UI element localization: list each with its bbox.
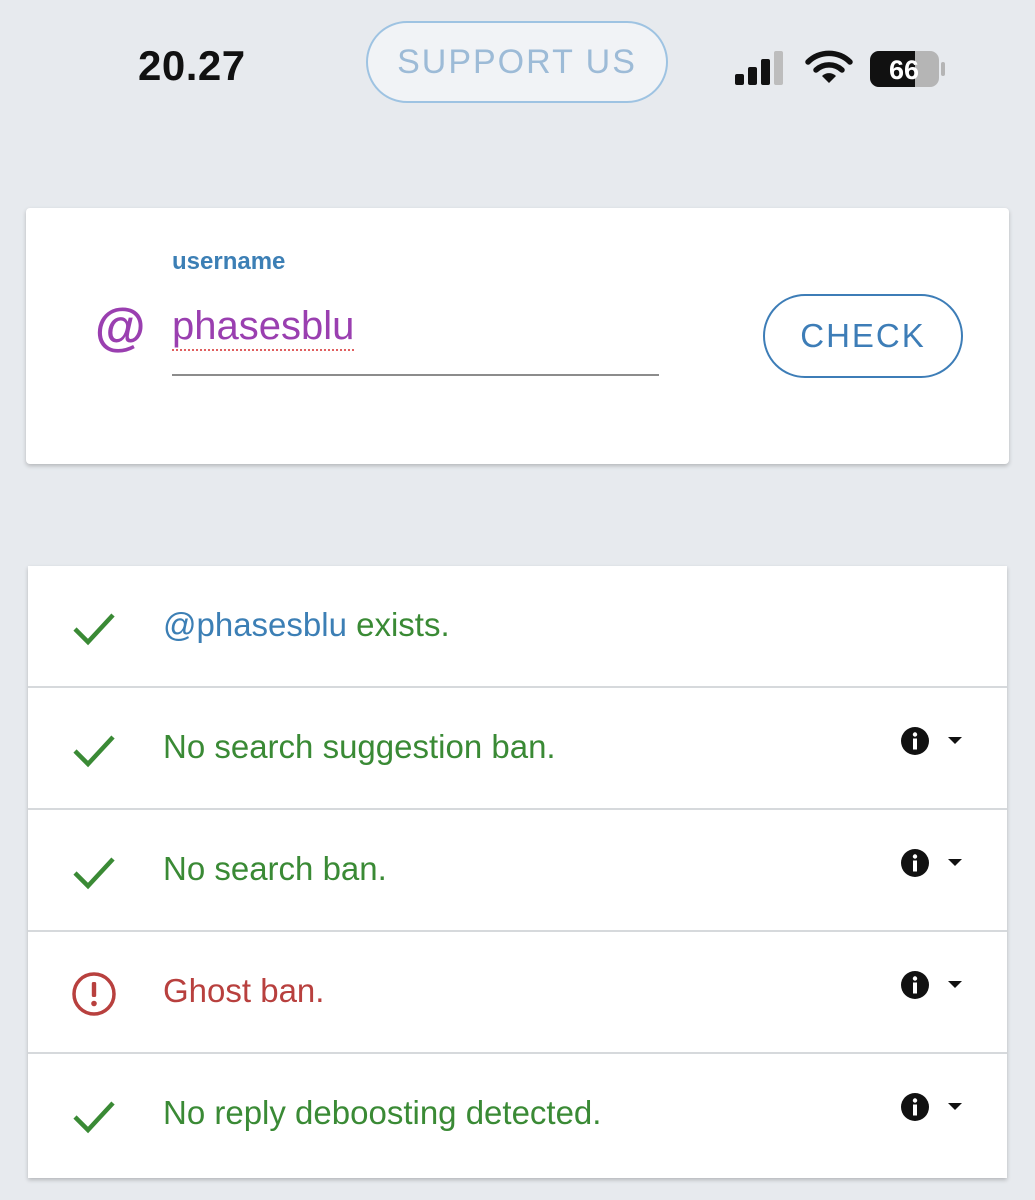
status-time: 20.27 [138,42,246,89]
cellular-signal-icon [735,51,783,85]
result-text: Ghost ban. [163,972,325,1009]
results-list: @phasesblu exists. No search suggestion … [28,566,1007,1178]
result-row-reply-deboosting[interactable]: No reply deboosting detected. [28,1054,1007,1176]
result-row-search-suggestion-ban[interactable]: No search suggestion ban. [28,688,1007,810]
check-icon [73,613,115,646]
result-text: No reply deboosting detected. [163,1094,602,1131]
check-icon [73,1101,115,1134]
info-icon[interactable] [900,970,930,1000]
username-search-card: username @ phasesblu CHECK [26,208,1009,464]
caret-down-icon[interactable] [946,1101,964,1113]
caret-down-icon[interactable] [946,735,964,747]
wifi-icon [805,50,853,83]
battery-level: 66 [889,55,919,85]
check-icon [73,735,115,768]
result-text-suffix: exists. [346,606,450,643]
caret-down-icon[interactable] [946,857,964,869]
check-button[interactable]: CHECK [763,294,963,378]
result-row-exists: @phasesblu exists. [28,566,1007,688]
result-text: No search suggestion ban. [163,728,556,765]
status-bar: 20.27 SUPPORT US 66 [0,0,1035,130]
result-text: @phasesblu exists. [163,606,450,644]
result-row-ghost-ban[interactable]: Ghost ban. [28,932,1007,1054]
username-input-value[interactable]: phasesblu [172,304,354,349]
alert-circle-icon [72,972,116,1016]
username-field-label: username [172,248,286,275]
battery-icon: 66 [870,51,945,87]
check-icon [73,857,115,890]
caret-down-icon[interactable] [946,979,964,991]
at-symbol-icon: @ [94,299,145,357]
info-icon[interactable] [900,848,930,878]
info-icon[interactable] [900,1092,930,1122]
result-text: No search ban. [163,850,387,887]
username-handle: @phasesblu [163,606,347,643]
username-input[interactable]: phasesblu [172,300,659,376]
support-us-button[interactable]: SUPPORT US [366,21,668,103]
result-row-search-ban[interactable]: No search ban. [28,810,1007,932]
info-icon[interactable] [900,726,930,756]
